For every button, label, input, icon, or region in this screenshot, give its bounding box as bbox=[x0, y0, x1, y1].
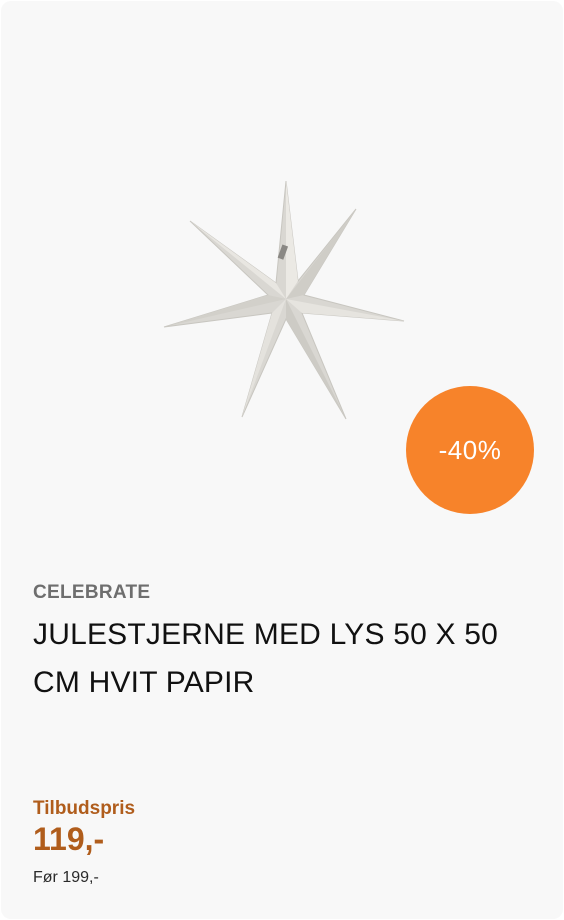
paper-star-lamp-image bbox=[163, 180, 405, 420]
discount-badge: -40% bbox=[406, 386, 534, 514]
product-card[interactable]: -40% CELEBRATE JULESTJERNE MED LYS 50 X … bbox=[1, 1, 563, 919]
price-label: Tilbudspris bbox=[33, 798, 136, 819]
product-image-area[interactable]: -40% bbox=[1, 1, 563, 541]
old-price: Før 199,- bbox=[33, 869, 99, 886]
product-title[interactable]: JULESTJERNE MED LYS 50 X 50 CM HVIT PAPI… bbox=[33, 611, 543, 707]
current-price: 119,- bbox=[33, 821, 105, 857]
brand-name: CELEBRATE bbox=[33, 582, 151, 603]
